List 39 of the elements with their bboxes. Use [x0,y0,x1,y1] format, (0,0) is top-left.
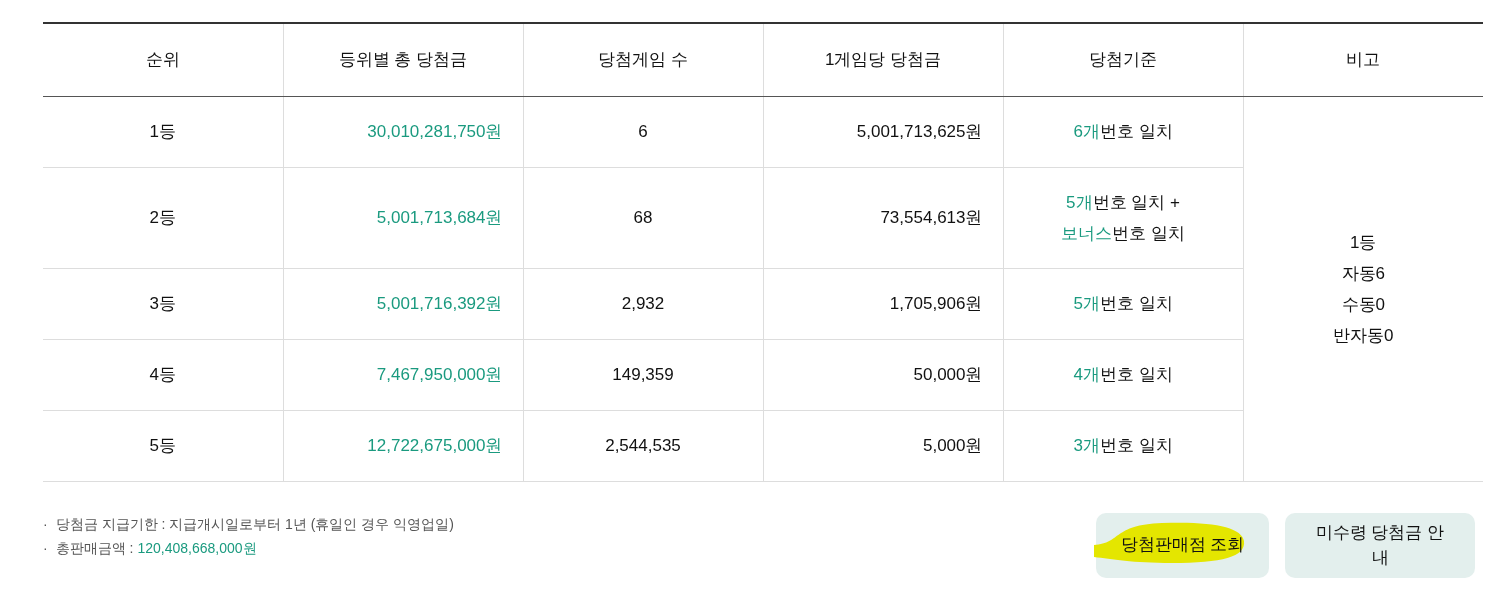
remarks-cell: 1등 자동6 수동0 반자동0 [1243,96,1483,481]
bullet: · [43,515,48,532]
rank-cell: 2등 [43,167,283,268]
prize-total-cell: 12,722,675,000원 [283,410,523,481]
note-text: 총판매금액 : [55,539,134,556]
game-count-cell: 68 [523,167,763,268]
column-header: 등위별 총 당첨금 [283,23,523,96]
rank-cell: 1등 [43,96,283,167]
criteria-cell: 6개 번호 일치 [1003,96,1243,167]
note-text: 당첨금 지급기한 : 지급개시일로부터 1년 (휴일인 경우 익영업일) [55,515,454,532]
criteria-cell: 5개 번호 일치 + 보너스번호 일치 [1003,167,1243,268]
game-count-cell: 149,359 [523,339,763,410]
rank-cell: 3등 [43,268,283,339]
criteria-cell: 3개 번호 일치 [1003,410,1243,481]
criteria-cell: 5개 번호 일치 [1003,268,1243,339]
prize-total-cell: 30,010,281,750원 [283,96,523,167]
rank-cell: 5등 [43,410,283,481]
prize-total-cell: 7,467,950,000원 [283,339,523,410]
game-count-cell: 2,544,535 [523,410,763,481]
link-button[interactable]: 당첨판매점 조회 [1096,512,1269,578]
prize-per-game-cell: 50,000원 [763,339,1003,410]
bullet: · [43,539,48,556]
criteria-cell: 4개 번호 일치 [1003,339,1243,410]
column-header: 비고 [1243,23,1483,96]
link-button[interactable]: 미수령 당첨금 안내 [1285,512,1475,578]
column-header: 1게임당 당첨금 [763,23,1003,96]
prize-per-game-cell: 73,554,613원 [763,167,1003,268]
total-sales-amount: 120,408,668,000원 [137,539,257,556]
game-count-cell: 6 [523,96,763,167]
prize-total-cell: 5,001,716,392원 [283,268,523,339]
column-header: 당첨기준 [1003,23,1243,96]
rank-cell: 4등 [43,339,283,410]
column-header: 당첨게임 수 [523,23,763,96]
column-header: 순위 [43,23,283,96]
game-count-cell: 2,932 [523,268,763,339]
prize-per-game-cell: 5,001,713,625원 [763,96,1003,167]
prize-per-game-cell: 5,000원 [763,410,1003,481]
prize-per-game-cell: 1,705,906원 [763,268,1003,339]
prize-total-cell: 5,001,713,684원 [283,167,523,268]
